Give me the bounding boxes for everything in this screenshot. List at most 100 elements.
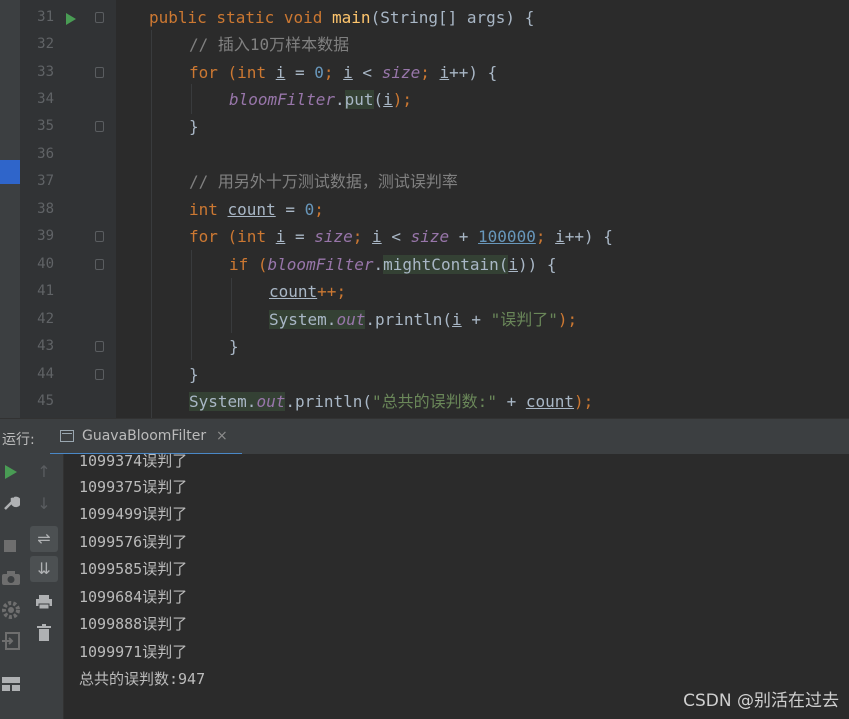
code-line[interactable]: 37 // 用另外十万测试数据，测试误判率 (0, 168, 849, 195)
code-line[interactable]: 43 } (0, 333, 849, 360)
code-token: ; (420, 63, 440, 82)
class-name: System. (189, 392, 257, 411)
output-line: 1099375误判了 (79, 478, 188, 496)
code-line[interactable]: 32 // 插入10万样本数据 (0, 31, 849, 58)
code-token: < (381, 227, 411, 246)
code-token: ++; (317, 282, 347, 301)
rerun-icon[interactable] (4, 464, 18, 480)
code-line[interactable]: 40 if (bloomFilter.mightContain(i)) { (0, 251, 849, 278)
scroll-to-end-icon: ⇊ (37, 559, 51, 578)
code-line[interactable]: 31 public static void main(String[] args… (0, 4, 849, 31)
variable: count (269, 282, 318, 301)
layout-icon[interactable] (1, 676, 21, 692)
scroll-to-end-button[interactable]: ⇊ (30, 556, 58, 582)
code-token: ); (557, 310, 578, 329)
class-name: System. (269, 310, 337, 329)
output-line: 1099576误判了 (79, 533, 188, 551)
code-text: System.out.println(i + "误判了"); (269, 306, 577, 333)
code-line[interactable]: 44 } (0, 361, 849, 388)
variable: i (343, 63, 353, 82)
camera-icon[interactable] (1, 570, 21, 586)
code-text: int count = 0; (189, 196, 324, 223)
code-text: bloomFilter.put(i); (229, 86, 412, 113)
code-token: ; (314, 200, 324, 219)
field: out (256, 392, 286, 411)
code-token: .println( (365, 310, 453, 329)
settings-icon[interactable] (1, 600, 21, 620)
close-icon[interactable]: × (216, 428, 228, 444)
code-token: ; (535, 227, 556, 246)
run-gutter-icon[interactable] (66, 13, 76, 25)
variable: i (275, 227, 286, 246)
code-line[interactable]: 41 count++; (0, 278, 849, 305)
line-number: 41 (37, 283, 54, 299)
code-text: count++; (269, 278, 346, 305)
fold-marker-icon[interactable] (95, 67, 104, 78)
field: out (336, 310, 366, 329)
field: bloomFilter (229, 90, 335, 109)
code-line[interactable]: 42 System.out.println(i + "误判了"); (0, 306, 849, 333)
print-icon[interactable] (35, 594, 53, 610)
code-token: + (496, 392, 526, 411)
stop-icon[interactable] (4, 540, 16, 552)
fold-marker-icon[interactable] (95, 231, 104, 242)
fold-marker-icon[interactable] (95, 121, 104, 132)
code-line[interactable]: 38 int count = 0; (0, 196, 849, 223)
number: 0 (314, 63, 324, 82)
code-line[interactable]: 36 (0, 141, 849, 168)
code-text: } (229, 337, 239, 356)
line-number: 40 (37, 256, 54, 272)
output-line: 1099374误判了 (79, 452, 188, 470)
field: bloomFilter (267, 255, 374, 274)
console-icon (60, 430, 74, 442)
fold-marker-icon[interactable] (95, 369, 104, 380)
code-line[interactable]: 45 System.out.println("总共的误判数:" + count)… (0, 388, 849, 415)
code-line[interactable]: 35 } (0, 113, 849, 140)
soft-wrap-button[interactable]: ⇌ (30, 526, 58, 552)
code-editor[interactable]: 31 public static void main(String[] args… (0, 0, 849, 418)
comment: // 用另外十万测试数据，测试误判率 (189, 172, 458, 191)
line-number: 39 (37, 228, 54, 244)
code-token: ; (352, 227, 373, 246)
line-number: 33 (37, 64, 54, 80)
code-line[interactable]: 33 for (int i = 0; i < size; i++) { (0, 59, 849, 86)
code-token: ++) { (564, 227, 613, 246)
fold-marker-icon[interactable] (95, 12, 104, 23)
keyword: for ( (189, 227, 238, 246)
output-line: 1099888误判了 (79, 615, 188, 633)
keyword: int (237, 227, 276, 246)
code-text: } (189, 365, 199, 384)
method-call: mightContain (383, 255, 499, 274)
line-number: 34 (37, 91, 54, 107)
keyword: int (189, 200, 228, 219)
fold-marker-icon[interactable] (95, 341, 104, 352)
arrow-up-icon[interactable]: ↑ (31, 462, 57, 481)
fold-marker-icon[interactable] (95, 259, 104, 270)
number: 0 (304, 200, 315, 219)
number: 100000 (478, 227, 536, 246)
method-name: main (332, 8, 371, 27)
code-token: + (461, 310, 491, 329)
line-number: 45 (37, 393, 54, 409)
variable: i (439, 63, 450, 82)
arrow-down-icon[interactable]: ↓ (31, 494, 57, 513)
keyword: int (237, 63, 276, 82)
run-label: 运行: (2, 432, 35, 448)
line-number: 35 (37, 118, 54, 134)
output-line: 1099971误判了 (79, 643, 188, 661)
wrench-icon[interactable] (2, 494, 20, 512)
code-line[interactable]: 39 for (int i = size; i < size + 100000;… (0, 223, 849, 250)
code-line[interactable]: 34 bloomFilter.put(i); (0, 86, 849, 113)
code-token: ); (574, 392, 594, 411)
line-number: 37 (37, 173, 54, 189)
console-output[interactable]: 1099374误判了 1099375误判了 1099499误判了 1099576… (64, 452, 849, 719)
string-literal: "总共的误判数:" (372, 392, 497, 411)
variable: i (275, 63, 286, 82)
variable: i (555, 227, 565, 246)
code-text: } (189, 117, 199, 136)
exit-icon[interactable] (1, 632, 21, 650)
trash-icon[interactable] (36, 624, 52, 642)
output-line: 总共的误判数:947 (79, 670, 206, 688)
code-token: ); (392, 90, 413, 109)
code-token: = (285, 63, 315, 82)
